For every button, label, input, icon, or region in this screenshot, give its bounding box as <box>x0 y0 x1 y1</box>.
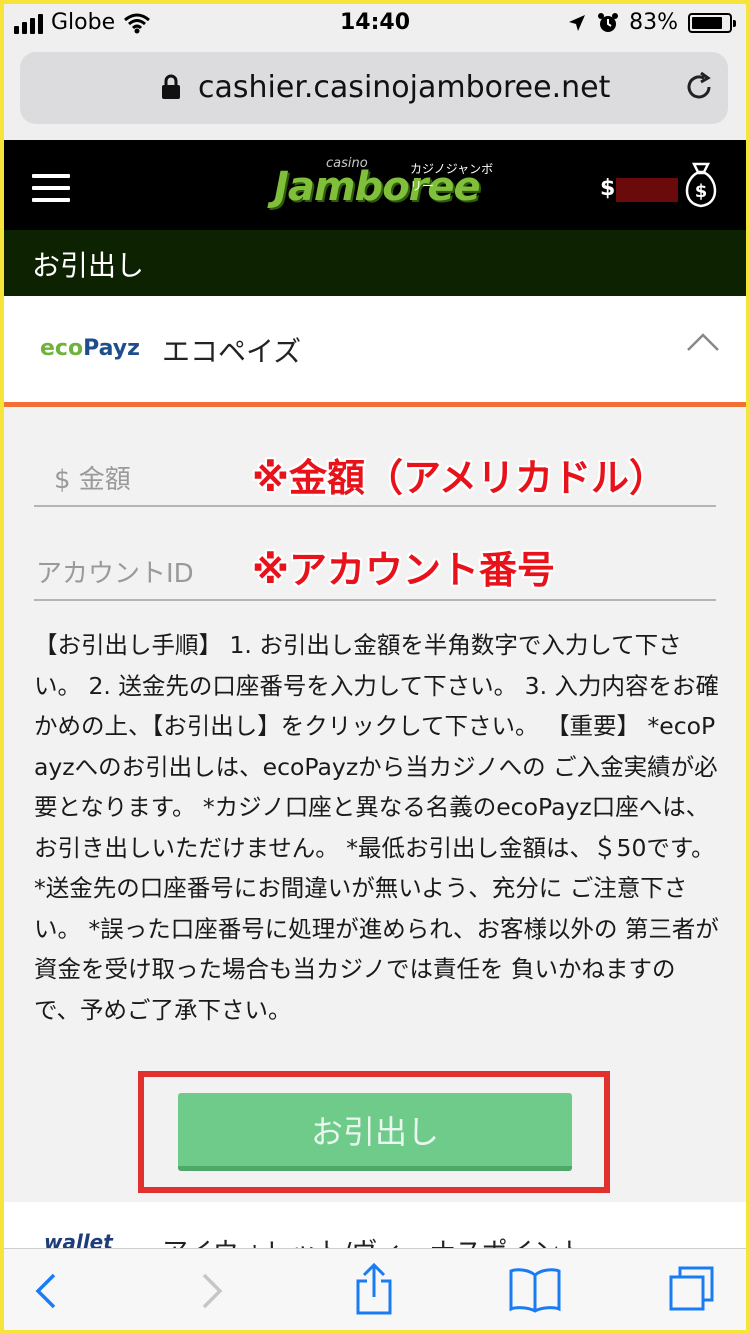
highlight-box <box>138 1071 610 1193</box>
lock-icon <box>162 74 180 99</box>
account-annotation: ※アカウント番号 <box>252 548 555 592</box>
battery-icon <box>688 12 736 33</box>
payment-method-name: エコペイズ <box>162 335 302 368</box>
chevron-up-icon[interactable] <box>686 332 720 352</box>
casino-logo[interactable]: casino Jamboree カジノジャンボリー <box>266 156 496 218</box>
withdrawal-instructions: 【お引出し手順】 1. お引出し金額を半角数字で入力して下さい。 2. 送金先の… <box>34 631 720 1024</box>
next-payment-method[interactable]: wallet アイウォレット/ヴィーナスポイント <box>4 1202 746 1268</box>
browser-toolbar <box>4 1248 746 1330</box>
ecopayz-logo-payz: Payz <box>83 336 140 361</box>
page-title-bar: お引出し <box>4 230 746 296</box>
screen-frame: Globe 14:40 83% cashier.casinojamboree.n… <box>4 4 746 1330</box>
payment-method-header[interactable]: ecoPayz エコペイズ <box>4 296 746 404</box>
site-header: casino Jamboree カジノジャンボリー $ $ <box>4 140 746 230</box>
address-bar[interactable]: cashier.casinojamboree.net <box>20 52 728 124</box>
withdrawal-form: ※金額（アメリカドル） ※アカウント番号 【お引出し手順】 1. お引出し金額を… <box>4 407 746 1202</box>
url-text[interactable]: cashier.casinojamboree.net <box>198 70 610 105</box>
battery-percent: 83% <box>629 10 678 35</box>
location-icon <box>569 14 586 31</box>
forward-icon[interactable] <box>200 1271 226 1311</box>
tabs-icon[interactable] <box>668 1265 716 1313</box>
balance-redacted <box>616 178 678 202</box>
bookmarks-icon[interactable] <box>508 1267 562 1313</box>
amount-annotation: ※金額（アメリカドル） <box>252 456 668 500</box>
share-icon[interactable] <box>354 1263 394 1315</box>
balance-currency: $ <box>600 176 616 201</box>
money-bag-icon[interactable]: $ <box>680 160 722 210</box>
reload-icon[interactable] <box>682 70 716 104</box>
back-icon[interactable] <box>32 1271 58 1311</box>
status-bar: Globe 14:40 83% <box>4 4 746 44</box>
browser-address-area: cashier.casinojamboree.net <box>4 44 746 140</box>
logo-kana-text: カジノジャンボリー <box>410 162 494 193</box>
alarm-icon <box>598 12 619 32</box>
page-title: お引出し <box>32 249 145 282</box>
ecopayz-logo-eco: eco <box>40 336 84 361</box>
ecopayz-logo: ecoPayz <box>40 336 140 361</box>
svg-text:$: $ <box>695 181 708 202</box>
hamburger-icon[interactable] <box>32 174 70 210</box>
